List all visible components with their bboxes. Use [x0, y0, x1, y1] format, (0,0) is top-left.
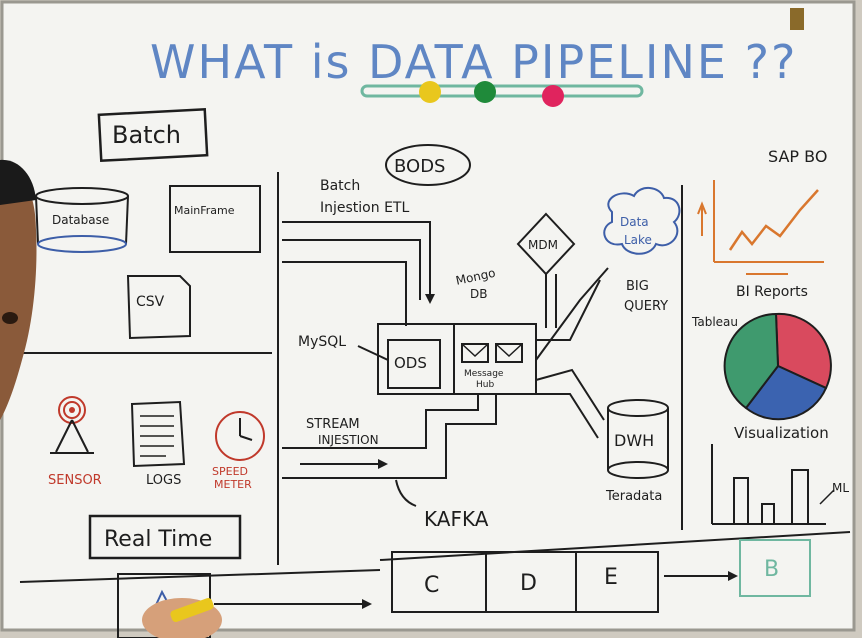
tableau-label: Tableau	[691, 315, 738, 329]
pie-chart-icon	[723, 312, 832, 421]
batch-label: Batch	[112, 121, 181, 149]
b-box-label: B	[764, 557, 779, 582]
logs-label: LOGS	[146, 473, 181, 488]
data-lake-label-line1: Data	[620, 215, 649, 229]
speedometer-label-line1: SPEED	[212, 465, 248, 478]
bi-reports-label: BI Reports	[736, 284, 808, 300]
yellow-ball	[419, 81, 441, 103]
visualization-label: Visualization	[734, 424, 829, 442]
database-label: Database	[52, 213, 109, 227]
ml-label: ML	[832, 481, 849, 495]
pink-ball	[542, 85, 564, 107]
stream-ingestion-line2: INJESTION	[318, 433, 379, 447]
mainframe-label: MainFrame	[174, 204, 235, 217]
dwh-label: DWH	[614, 431, 654, 450]
mdm-label: MDM	[528, 238, 558, 252]
speedometer-label-line2: METER	[214, 478, 252, 491]
mongodb-label-line2: DB	[470, 287, 487, 301]
page-title: WHAT is DATA PIPELINE ??	[150, 35, 797, 89]
mysql-label: MySQL	[298, 334, 346, 350]
message-hub-label-line2: Hub	[476, 380, 494, 390]
green-ball	[474, 81, 496, 103]
ods-label: ODS	[394, 354, 427, 372]
data-lake-label-line2: Lake	[624, 233, 652, 247]
big-query-label-line2: QUERY	[624, 299, 668, 314]
csv-label: CSV	[136, 294, 165, 310]
bods-label: BODS	[394, 156, 446, 177]
box-d-label: D	[520, 571, 537, 596]
sap-bo-label: SAP BO	[768, 147, 827, 166]
batch-ingestion-line2: Injestion ETL	[320, 200, 409, 216]
teradata-label: Teradata	[605, 489, 662, 504]
kafka-label: KAFKA	[424, 507, 489, 531]
box-c-label: C	[424, 573, 439, 598]
batch-ingestion-line1: Batch	[320, 178, 360, 194]
realtime-label: Real Time	[104, 527, 212, 552]
sensor-label: SENSOR	[48, 473, 102, 488]
whiteboard-scene: WHAT is DATA PIPELINE ?? Batch Database …	[0, 0, 862, 638]
stream-ingestion-line1: STREAM	[306, 417, 360, 432]
message-hub-label-line1: Message	[464, 369, 504, 379]
box-e-label: E	[604, 565, 618, 590]
big-query-label-line1: BIG	[626, 279, 649, 294]
board-clip	[790, 8, 804, 30]
